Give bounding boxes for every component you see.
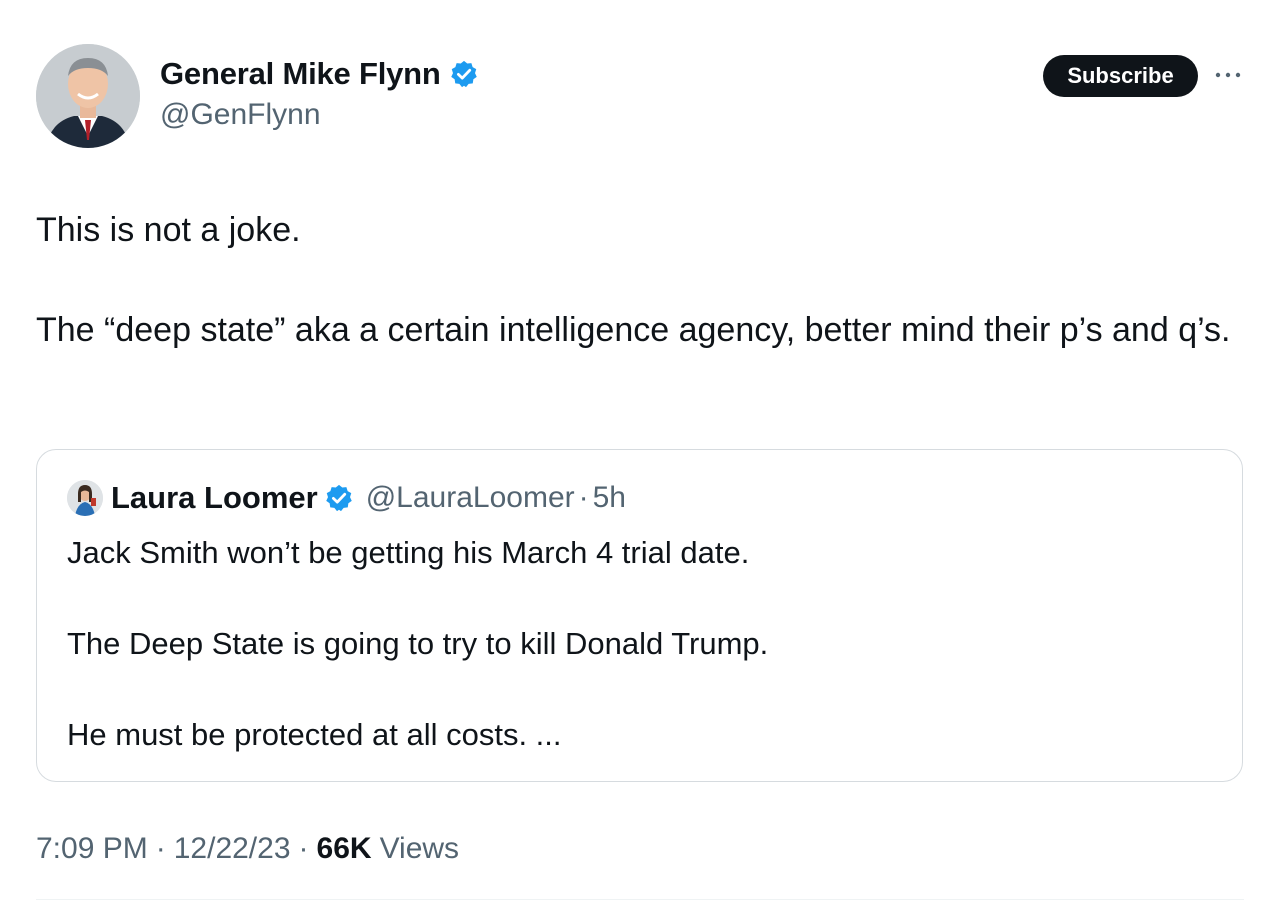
quoted-tweet-header: Laura Loomer @LauraLoomer · 5h [67,480,626,516]
quoted-tweet-card[interactable]: Laura Loomer @LauraLoomer · 5h Jack Smit… [36,449,1243,782]
separator-dot: · [155,832,166,865]
tweet-paragraph: The “deep state” aka a certain intellige… [36,311,1231,349]
subscribe-button[interactable]: Subscribe [1043,55,1198,97]
quoted-paragraph: He must be protected at all costs. ... [67,717,562,752]
verified-badge-icon[interactable] [324,483,354,513]
separator-dot: · [298,832,309,865]
avatar-photo [36,44,140,148]
tweet-author-avatar[interactable] [36,44,140,148]
quoted-author-avatar[interactable] [67,480,103,516]
author-display-name[interactable]: General Mike Flynn [160,56,441,92]
divider [36,899,1244,900]
views-count[interactable]: 66K [317,832,372,866]
tweet-time[interactable]: 7:09 PM [36,832,148,866]
views-label[interactable]: Views [380,832,459,866]
quoted-author-name[interactable]: Laura Loomer [111,480,318,516]
author-handle[interactable]: @GenFlynn [160,98,321,132]
tweet-paragraph: This is not a joke. [36,211,301,249]
verified-badge-icon[interactable] [449,59,479,89]
more-options-icon[interactable] [1213,65,1243,85]
quoted-tweet-text: Jack Smith won’t be getting his March 4 … [67,530,1207,758]
separator-dot: · [578,481,589,514]
author-display-name-row[interactable]: General Mike Flynn [160,56,479,92]
tweet-metadata: 7:09 PM · 12/22/23 · 66K Views [36,832,459,866]
quoted-author-handle[interactable]: @LauraLoomer [366,481,575,515]
tweet-date[interactable]: 12/22/23 [174,832,291,866]
quoted-tweet-time[interactable]: 5h [593,481,626,515]
tweet-text: This is not a joke. The “deep state” aka… [36,205,1246,355]
quoted-paragraph: The Deep State is going to try to kill D… [67,626,769,661]
quoted-paragraph: Jack Smith won’t be getting his March 4 … [67,535,750,570]
